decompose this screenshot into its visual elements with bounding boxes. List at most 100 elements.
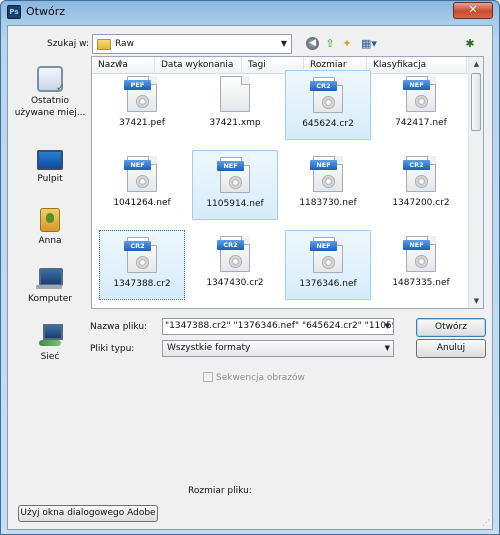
close-button[interactable]: ✕ bbox=[453, 2, 493, 19]
chevron-down-icon[interactable]: ▼ bbox=[385, 319, 390, 334]
lens-icon bbox=[415, 175, 428, 188]
file-item[interactable]: CR2 1347388.cr2 bbox=[99, 230, 185, 300]
user-folder-icon bbox=[40, 208, 60, 232]
file-item[interactable]: PEF 37421.pef bbox=[99, 70, 185, 140]
raw-file-icon: NEF bbox=[310, 237, 343, 273]
scroll-down-icon[interactable]: ▼ bbox=[469, 294, 483, 308]
chevron-down-icon: ▼ bbox=[384, 344, 390, 352]
file-name-value: "1347388.cr2" "1376346.nef" "645624.cr2"… bbox=[165, 321, 393, 331]
file-type-badge: CR2 bbox=[403, 160, 430, 170]
network-icon bbox=[37, 324, 63, 348]
up-folder-button[interactable]: ⇧ bbox=[322, 36, 338, 52]
look-in-combo[interactable]: Raw ▼ bbox=[92, 34, 292, 54]
raw-file-icon: NEF bbox=[217, 157, 250, 193]
desktop-shortcut-icon: ✱ bbox=[465, 37, 475, 50]
file-type-badge: CR2 bbox=[124, 241, 151, 251]
lens-icon bbox=[322, 175, 335, 188]
place-label: Komputer bbox=[28, 294, 72, 304]
scrollbar-thumb[interactable] bbox=[471, 73, 481, 131]
file-item[interactable]: NEF 742417.nef bbox=[378, 70, 464, 140]
place-label: Pulpit bbox=[37, 174, 63, 184]
new-folder-icon: ✦ bbox=[342, 37, 352, 50]
place-desktop[interactable]: Pulpit bbox=[12, 150, 88, 185]
title-bar[interactable]: Ps Otwórz ✕ bbox=[1, 1, 499, 23]
lens-icon bbox=[322, 96, 335, 109]
image-sequence-option: Sekwencja obrazów bbox=[203, 372, 305, 383]
file-type-select[interactable]: Wszystkie formaty ▼ bbox=[162, 340, 394, 357]
file-name: 742417.nef bbox=[395, 118, 447, 128]
file-name-input[interactable]: "1347388.cr2" "1376346.nef" "645624.cr2"… bbox=[162, 318, 394, 335]
file-type-badge: NEF bbox=[124, 160, 151, 170]
file-type-label: Pliki typu: bbox=[90, 344, 135, 354]
file-type-badge: NEF bbox=[403, 240, 430, 250]
lens-icon bbox=[415, 95, 428, 108]
vertical-scrollbar[interactable]: ▲ ▼ bbox=[468, 57, 483, 308]
file-type-badge: CR2 bbox=[217, 240, 244, 250]
lens-icon bbox=[136, 95, 149, 108]
desktop-shortcut-button[interactable]: ✱ bbox=[462, 36, 478, 52]
raw-file-icon: CR2 bbox=[403, 156, 436, 192]
file-item[interactable]: NEF 1183730.nef bbox=[285, 150, 371, 220]
folder-icon bbox=[97, 39, 111, 50]
file-item[interactable]: CR2 1347430.cr2 bbox=[192, 230, 278, 300]
resize-grip-icon[interactable]: ⋰ bbox=[482, 518, 490, 527]
place-recent[interactable]: Ostatnio używane miej... bbox=[12, 66, 88, 119]
file-name: 1347200.cr2 bbox=[392, 198, 450, 208]
file-item[interactable]: NEF 1041264.nef bbox=[99, 150, 185, 220]
file-item[interactable]: NEF 1105914.nef bbox=[192, 150, 278, 220]
new-folder-button[interactable]: ✦ bbox=[339, 36, 355, 52]
views-menu-button[interactable]: ▦▾ bbox=[358, 36, 380, 52]
place-label: Sieć bbox=[40, 352, 60, 362]
file-name: 37421.xmp bbox=[209, 118, 261, 128]
views-menu-icon: ▦▾ bbox=[361, 37, 377, 50]
file-type-badge: PEF bbox=[124, 80, 151, 90]
place-computer[interactable]: Komputer bbox=[12, 268, 88, 305]
file-size-label: Rozmiar pliku: bbox=[188, 486, 252, 496]
window-title: Otwórz bbox=[26, 5, 65, 18]
image-sequence-label: Sekwencja obrazów bbox=[216, 373, 305, 383]
file-item[interactable]: NEF 1487335.nef bbox=[378, 230, 464, 300]
use-adobe-dialog-button[interactable]: Użyj okna dialogowego Adobe bbox=[18, 505, 158, 522]
place-network[interactable]: Sieć bbox=[12, 324, 88, 363]
lens-icon bbox=[415, 255, 428, 268]
file-item[interactable]: NEF 1376346.nef bbox=[285, 230, 371, 300]
open-dialog-window: Ps Otwórz ✕ Szukaj w: Raw ▼ ◀ ⇧ ✦ ▦▾ ✱ O… bbox=[0, 0, 500, 535]
raw-file-icon: NEF bbox=[310, 156, 343, 192]
image-sequence-checkbox bbox=[203, 372, 213, 382]
lens-icon bbox=[229, 176, 242, 189]
column-label: Nazwa bbox=[98, 60, 128, 70]
lens-icon bbox=[322, 256, 335, 269]
file-type-badge: NEF bbox=[403, 80, 430, 90]
dialog-body: Szukaj w: Raw ▼ ◀ ⇧ ✦ ▦▾ ✱ Ostatnio używ… bbox=[7, 25, 493, 530]
back-button[interactable]: ◀ bbox=[305, 36, 321, 52]
raw-file-icon: CR2 bbox=[217, 236, 250, 272]
lens-icon bbox=[136, 256, 149, 269]
file-type-badge: NEF bbox=[310, 241, 337, 251]
file-item[interactable]: CR2 645624.cr2 bbox=[285, 70, 371, 140]
recent-places-icon bbox=[37, 66, 65, 94]
file-name: 1347388.cr2 bbox=[113, 279, 171, 289]
file-name: 1183730.nef bbox=[299, 198, 357, 208]
lens-icon bbox=[229, 255, 242, 268]
up-folder-icon: ⇧ bbox=[325, 37, 335, 50]
open-button[interactable]: Otwórz bbox=[416, 318, 486, 337]
file-name: 1105914.nef bbox=[206, 199, 264, 209]
raw-file-icon: NEF bbox=[124, 156, 157, 192]
file-list[interactable]: ▲ Nazwa Data wykonania Tagi Rozmiar Klas… bbox=[91, 56, 484, 309]
places-bar: Ostatnio używane miej... Pulpit Anna Kom… bbox=[12, 60, 88, 363]
look-in-value: Raw bbox=[115, 39, 134, 49]
file-item[interactable]: CR2 1347200.cr2 bbox=[378, 150, 464, 220]
file-type-badge: NEF bbox=[217, 161, 244, 171]
blank-file-icon bbox=[220, 76, 250, 112]
place-label: Ostatnio używane miej... bbox=[14, 96, 86, 118]
scroll-up-icon[interactable]: ▲ bbox=[469, 57, 483, 71]
cancel-button[interactable]: Anuluj bbox=[416, 339, 486, 358]
place-user[interactable]: Anna bbox=[12, 208, 88, 247]
file-name: 1347430.cr2 bbox=[206, 278, 264, 288]
file-name: 1376346.nef bbox=[299, 279, 357, 289]
photoshop-app-icon: Ps bbox=[7, 5, 21, 19]
file-item[interactable]: 37421.xmp bbox=[192, 70, 278, 140]
place-label: Anna bbox=[38, 236, 62, 246]
raw-file-icon: NEF bbox=[403, 76, 436, 112]
lens-icon bbox=[136, 175, 149, 188]
